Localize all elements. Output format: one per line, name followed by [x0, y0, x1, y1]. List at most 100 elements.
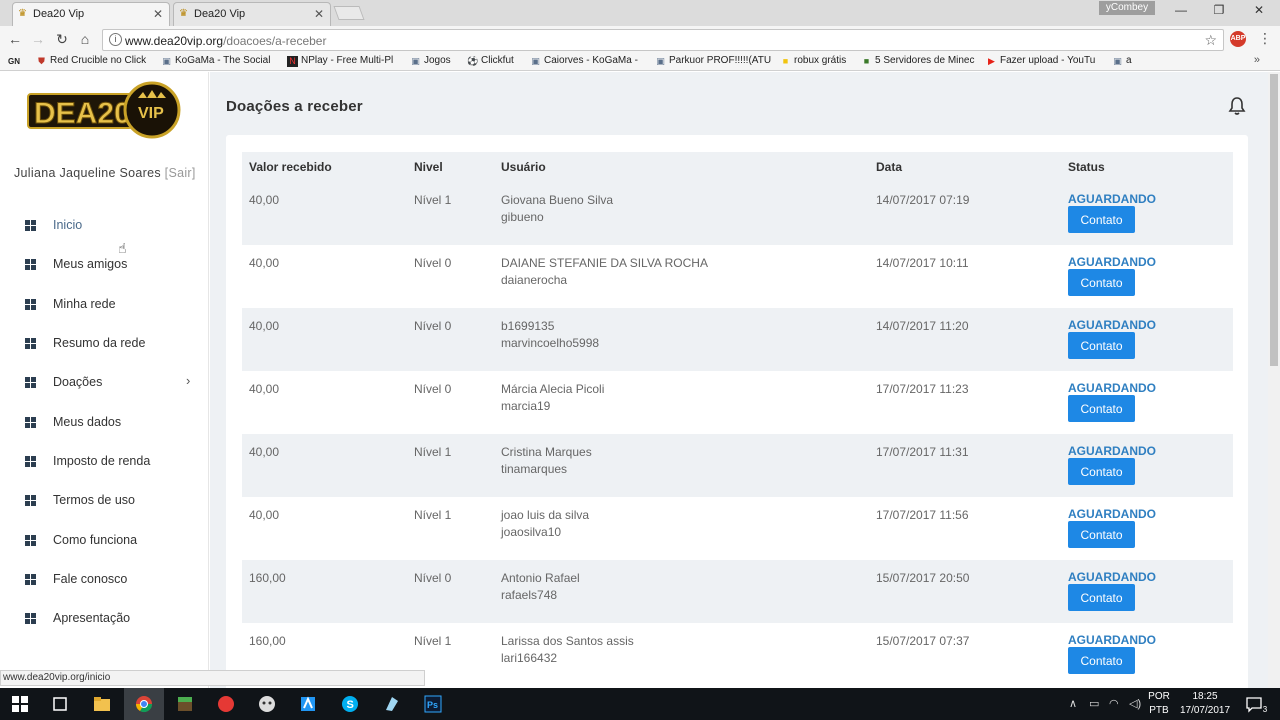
file-explorer-icon[interactable]: [93, 695, 111, 713]
photoshop-icon[interactable]: Ps: [424, 695, 442, 713]
battery-icon[interactable]: ▭: [1089, 697, 1099, 710]
editor-app-icon[interactable]: [299, 695, 317, 713]
page-scrollbar[interactable]: [1268, 72, 1280, 688]
keyboard-layout-indicator[interactable]: PTB: [1146, 705, 1172, 716]
wifi-icon[interactable]: ◠: [1109, 697, 1119, 710]
chrome-icon[interactable]: [135, 695, 153, 713]
level-cell: Nível 0: [414, 256, 452, 270]
browser-menu-icon[interactable]: ⋮: [1258, 30, 1272, 47]
sidebar-item-label: Inicio: [53, 218, 83, 232]
minimize-icon[interactable]: —: [1166, 3, 1196, 17]
youtube-icon: ▶: [988, 56, 995, 66]
chevron-up-icon[interactable]: ∧: [1069, 697, 1077, 710]
grid-icon: [25, 535, 36, 546]
bookmark-item[interactable]: ⛊ Red Crucible no Click: [36, 55, 146, 66]
sidebar-item-minha-rede[interactable]: Minha rede: [0, 290, 209, 320]
reload-icon[interactable]: ↻: [52, 31, 72, 48]
bookmark-item[interactable]: ▣ Parkuor PROF!!!!!(ATU: [655, 55, 771, 66]
value-cell: 40,00: [249, 256, 280, 270]
sidebar-item-termos-de-uso[interactable]: Termos de uso: [0, 486, 209, 516]
sidebar-item-resumo-da-rede[interactable]: Resumo da rede: [0, 329, 209, 359]
status-badge: AGUARDANDO: [1068, 633, 1156, 647]
game-app-icon[interactable]: [258, 695, 276, 713]
sidebar-item-label: Minha rede: [53, 297, 116, 311]
sidebar-item-apresentacao[interactable]: Apresentação: [0, 604, 209, 634]
info-icon[interactable]: i: [109, 33, 122, 46]
contact-button[interactable]: Contato: [1068, 269, 1135, 296]
table-row: 160,00 Nível 0 Antonio Rafael rafaels748 …: [242, 560, 1233, 623]
contact-button[interactable]: Contato: [1068, 332, 1135, 359]
language-indicator[interactable]: POR: [1146, 691, 1172, 702]
close-tab-icon[interactable]: ✕: [314, 3, 324, 25]
notes-app-icon[interactable]: [383, 695, 401, 713]
sidebar-item-doacoes[interactable]: Doações ›: [0, 368, 209, 398]
contact-button[interactable]: Contato: [1068, 458, 1135, 485]
bookmark-item[interactable]: ▣ Jogos: [410, 55, 450, 66]
close-tab-icon[interactable]: ✕: [153, 3, 163, 25]
value-cell: 40,00: [249, 193, 280, 207]
status-badge: AGUARDANDO: [1068, 444, 1156, 458]
grid-icon: [25, 377, 36, 388]
minecraft-icon[interactable]: [176, 695, 194, 713]
table-row: 40,00 Nível 1 joao luis da silva joaosilv…: [242, 497, 1233, 560]
browser-tabbar: ♛ Dea20 Vip ✕ ♛ Dea20 Vip ✕ yCombey — ❐ …: [0, 0, 1280, 26]
sidebar-item-como-funciona[interactable]: Como funciona: [0, 526, 209, 556]
sidebar-item-meus-amigos[interactable]: Meus amigos: [0, 250, 209, 280]
bell-icon[interactable]: [1227, 96, 1247, 116]
recorder-icon[interactable]: [217, 695, 235, 713]
forward-icon[interactable]: →: [28, 31, 48, 47]
value-cell: 40,00: [249, 382, 280, 396]
new-tab-button[interactable]: [333, 6, 365, 20]
bookmark-item[interactable]: ▶ Fazer upload - YouTu: [986, 55, 1095, 66]
profile-badge[interactable]: yCombey: [1099, 1, 1155, 15]
contact-button[interactable]: Contato: [1068, 584, 1135, 611]
site-logo[interactable]: DEA20 VIP: [26, 81, 184, 139]
bookmark-item[interactable]: ■ robux grátis: [780, 55, 846, 66]
level-cell: Nível 1: [414, 508, 452, 522]
grid-icon: [25, 299, 36, 310]
contact-button[interactable]: Contato: [1068, 206, 1135, 233]
bookmark-item[interactable]: ▣ a: [1112, 55, 1131, 66]
sidebar-item-meus-dados[interactable]: Meus dados: [0, 408, 209, 438]
home-icon[interactable]: ⌂: [75, 31, 95, 47]
grid-icon: [25, 338, 36, 349]
adblock-icon[interactable]: ABP: [1230, 31, 1246, 47]
bookmark-star-icon[interactable]: ☆: [1204, 32, 1217, 49]
bookmark-item[interactable]: ⚽ Clickfut: [467, 55, 514, 66]
browser-tab-active[interactable]: ♛ Dea20 Vip ✕: [12, 2, 170, 26]
sidebar-item-inicio[interactable]: Inicio: [0, 211, 209, 241]
date-cell: 17/07/2017 11:31: [876, 445, 969, 459]
bookmark-item[interactable]: ■ 5 Servidores de Minec: [861, 55, 975, 66]
more-bookmarks-icon[interactable]: »: [1254, 54, 1260, 66]
volume-icon[interactable]: ◁): [1129, 697, 1141, 710]
logout-link[interactable]: [Sair]: [165, 166, 196, 180]
scrollbar-thumb[interactable]: [1270, 74, 1278, 366]
browser-tab-2[interactable]: ♛ Dea20 Vip ✕: [173, 2, 331, 26]
bookmark-item[interactable]: ▣ Caiorves - KoGaMa -: [530, 55, 638, 66]
user-cell: Giovana Bueno Silva gibueno: [501, 193, 614, 224]
bookmark-item[interactable]: N NPlay - Free Multi-Pl: [287, 55, 393, 67]
sidebar-item-fale-conosco[interactable]: Fale conosco: [0, 565, 209, 595]
user-cell: Antonio Rafael rafaels748: [501, 571, 580, 602]
sidebar-item-imposto-de-renda[interactable]: Imposto de renda: [0, 447, 209, 477]
skype-icon[interactable]: S: [341, 695, 359, 713]
bookmark-item[interactable]: ▣ KoGaMa - The Social: [161, 55, 270, 66]
task-view-icon[interactable]: [51, 695, 69, 713]
close-window-icon[interactable]: ✕: [1244, 3, 1274, 17]
contact-button[interactable]: Contato: [1068, 395, 1135, 422]
table-row: 40,00 Nível 0 DAIANE STEFANIE DA SILVA R…: [242, 245, 1233, 308]
windows-start-icon[interactable]: [11, 695, 29, 713]
clock-date[interactable]: 17/07/2017: [1176, 705, 1234, 716]
clock-time[interactable]: 18:25: [1176, 691, 1234, 702]
kogama-icon: ▣: [1113, 56, 1122, 66]
contact-button[interactable]: Contato: [1068, 521, 1135, 548]
sidebar-item-label: Meus dados: [53, 415, 122, 429]
apps-icon[interactable]: GN: [8, 57, 20, 66]
maximize-icon[interactable]: ❐: [1204, 3, 1234, 17]
contact-button[interactable]: Contato: [1068, 647, 1135, 674]
back-icon[interactable]: ←: [5, 31, 25, 47]
sidebar-item-label: Como funciona: [53, 533, 138, 547]
table-row: 40,00 Nível 1 Giovana Bueno Silva gibueno…: [242, 182, 1233, 245]
windows-taskbar: S Ps ∧ ▭ ◠ ◁) POR PTB 18:25 17/07/2017 3: [0, 688, 1280, 720]
address-bar[interactable]: i www.dea20vip.org/doacoes/a-receber ☆: [102, 29, 1224, 51]
